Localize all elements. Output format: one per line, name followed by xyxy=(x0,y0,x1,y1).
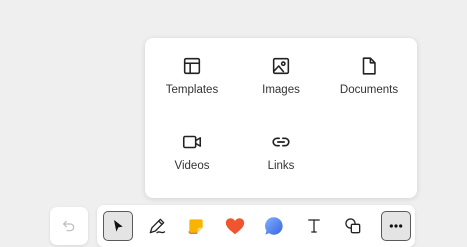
cursor-arrow-icon xyxy=(114,220,123,232)
document-icon xyxy=(362,57,376,75)
more-button[interactable] xyxy=(381,211,411,241)
reaction-tool-button[interactable] xyxy=(220,211,250,241)
image-icon xyxy=(272,57,290,75)
links-label: Links xyxy=(267,160,295,172)
select-tool-button[interactable] xyxy=(103,211,133,241)
sticky-note-tool-button[interactable] xyxy=(181,211,211,241)
videos-label: Videos xyxy=(174,160,210,172)
templates-label: Templates xyxy=(165,84,219,96)
bottom-toolbar xyxy=(97,205,415,247)
insert-menu-popup: Templates Images Documents Videos Links xyxy=(145,38,417,198)
heart-icon xyxy=(225,218,245,235)
pen-tool-button[interactable] xyxy=(142,211,172,241)
comment-tool-button[interactable] xyxy=(259,211,289,241)
more-dots-icon xyxy=(389,224,403,228)
images-button[interactable]: Images xyxy=(236,38,326,100)
undo-icon xyxy=(63,220,75,232)
shapes-icon xyxy=(345,218,361,234)
templates-button[interactable]: Templates xyxy=(147,38,237,100)
link-icon xyxy=(272,137,290,147)
pen-icon xyxy=(149,218,166,234)
links-button[interactable]: Links xyxy=(236,114,326,176)
videos-button[interactable]: Videos xyxy=(147,114,237,176)
text-tool-button[interactable] xyxy=(299,211,329,241)
documents-label: Documents xyxy=(339,84,399,96)
video-icon xyxy=(182,135,202,149)
text-icon xyxy=(308,219,320,233)
shapes-tool-button[interactable] xyxy=(338,211,368,241)
templates-icon xyxy=(183,57,201,75)
sticky-note-icon xyxy=(188,219,203,234)
documents-button[interactable]: Documents xyxy=(324,38,414,100)
comment-bubble-icon xyxy=(265,217,283,235)
images-label: Images xyxy=(262,84,300,96)
undo-button[interactable] xyxy=(50,207,88,245)
